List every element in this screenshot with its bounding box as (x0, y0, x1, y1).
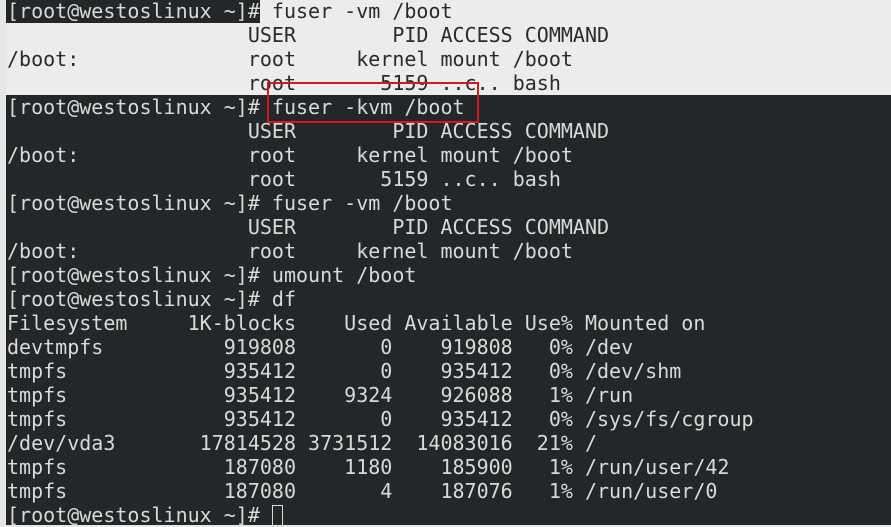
terminal-line-text: /boot: root kernel mount /boot (7, 239, 573, 263)
terminal-line-text: USER PID ACCESS COMMAND (7, 23, 610, 47)
terminal-line: tmpfs 935412 0 935412 0% /dev/shm (6, 359, 891, 383)
terminal-line: /boot: root kernel mount /boot (6, 143, 891, 167)
terminal-line: USER PID ACCESS COMMAND (6, 23, 891, 47)
terminal-line: tmpfs 935412 0 935412 0% /sys/fs/cgroup (6, 407, 891, 431)
terminal-line-text: [root@westoslinux ~]# umount /boot (7, 263, 417, 287)
terminal-line: /dev/vda3 17814528 3731512 14083016 21% … (6, 431, 891, 455)
terminal-line-text: [root@westoslinux ~]# (7, 503, 272, 527)
highlight-box (267, 82, 479, 123)
terminal-line: [root@westoslinux ~]# (6, 503, 891, 527)
terminal-line: tmpfs 935412 9324 926088 1% /run (6, 383, 891, 407)
cursor (271, 505, 283, 527)
terminal-line: root 5159 ..c.. bash (6, 167, 891, 191)
selected-text: fuser -vm /boot (259, 0, 891, 23)
terminal-window[interactable]: [root@westoslinux ~]# fuser -vm /boot US… (6, 0, 891, 527)
terminal-line-text: devtmpfs 919808 0 919808 0% /dev (7, 335, 634, 359)
terminal-line-text: tmpfs 187080 4 187076 1% /run/user/0 (7, 479, 718, 503)
terminal-line-text: [root@westoslinux ~]# (7, 0, 260, 23)
terminal-line-text: root 5159 ..c.. bash (7, 167, 561, 191)
terminal-line-text: tmpfs 935412 0 935412 0% /dev/shm (7, 359, 682, 383)
terminal-line-text: /boot: root kernel mount /boot (7, 47, 573, 71)
terminal-line: Filesystem 1K-blocks Used Available Use%… (6, 311, 891, 335)
terminal-line-text: [root@westoslinux ~]# fuser -vm /boot (7, 191, 453, 215)
terminal-line: [root@westoslinux ~]# fuser -vm /boot (6, 0, 891, 23)
terminal-line-text: [root@westoslinux ~]# df (7, 287, 296, 311)
terminal-line: tmpfs 187080 1180 185900 1% /run/user/42 (6, 455, 891, 479)
terminal-line: [root@westoslinux ~]# df (6, 287, 891, 311)
terminal-line-text: /dev/vda3 17814528 3731512 14083016 21% … (7, 431, 598, 455)
terminal-line-text: tmpfs 935412 0 935412 0% /sys/fs/cgroup (7, 407, 754, 431)
terminal-line-text: /boot: root kernel mount /boot (7, 143, 573, 167)
terminal-line: devtmpfs 919808 0 919808 0% /dev (6, 335, 891, 359)
terminal-line-text: tmpfs 935412 9324 926088 1% /run (7, 383, 634, 407)
terminal-line: [root@westoslinux ~]# umount /boot (6, 263, 891, 287)
terminal-line-text: tmpfs 187080 1180 185900 1% /run/user/42 (7, 455, 730, 479)
terminal-line: [root@westoslinux ~]# fuser -vm /boot (6, 191, 891, 215)
terminal-line: USER PID ACCESS COMMAND (6, 215, 891, 239)
terminal-line: tmpfs 187080 4 187076 1% /run/user/0 (6, 479, 891, 503)
terminal-line: /boot: root kernel mount /boot (6, 239, 891, 263)
terminal-line: /boot: root kernel mount /boot (6, 47, 891, 71)
terminal-line-text: USER PID ACCESS COMMAND (7, 215, 610, 239)
terminal-line-text: Filesystem 1K-blocks Used Available Use%… (7, 311, 706, 335)
